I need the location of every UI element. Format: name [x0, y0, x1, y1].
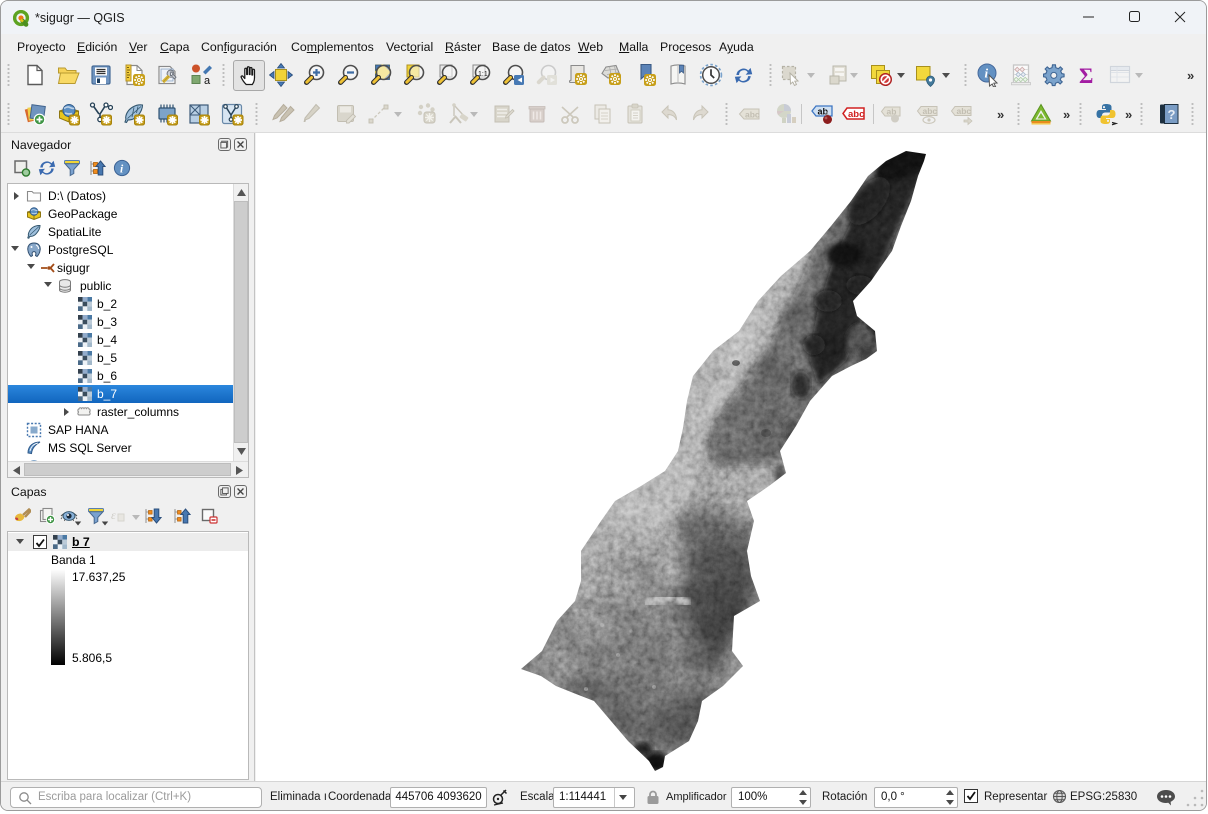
svg-text:?: ?	[1168, 107, 1176, 122]
svg-text:abc: abc	[923, 106, 938, 116]
svg-text:1:1: 1:1	[478, 71, 488, 78]
svg-text:abc: abc	[957, 106, 972, 116]
svg-text:a: a	[204, 75, 211, 87]
svg-text:abc: abc	[745, 110, 760, 120]
svg-text:i: i	[985, 66, 989, 81]
svg-text:abc: abc	[848, 109, 864, 120]
svg-text:Σ: Σ	[1079, 63, 1093, 87]
svg-text:ε: ε	[111, 508, 116, 522]
